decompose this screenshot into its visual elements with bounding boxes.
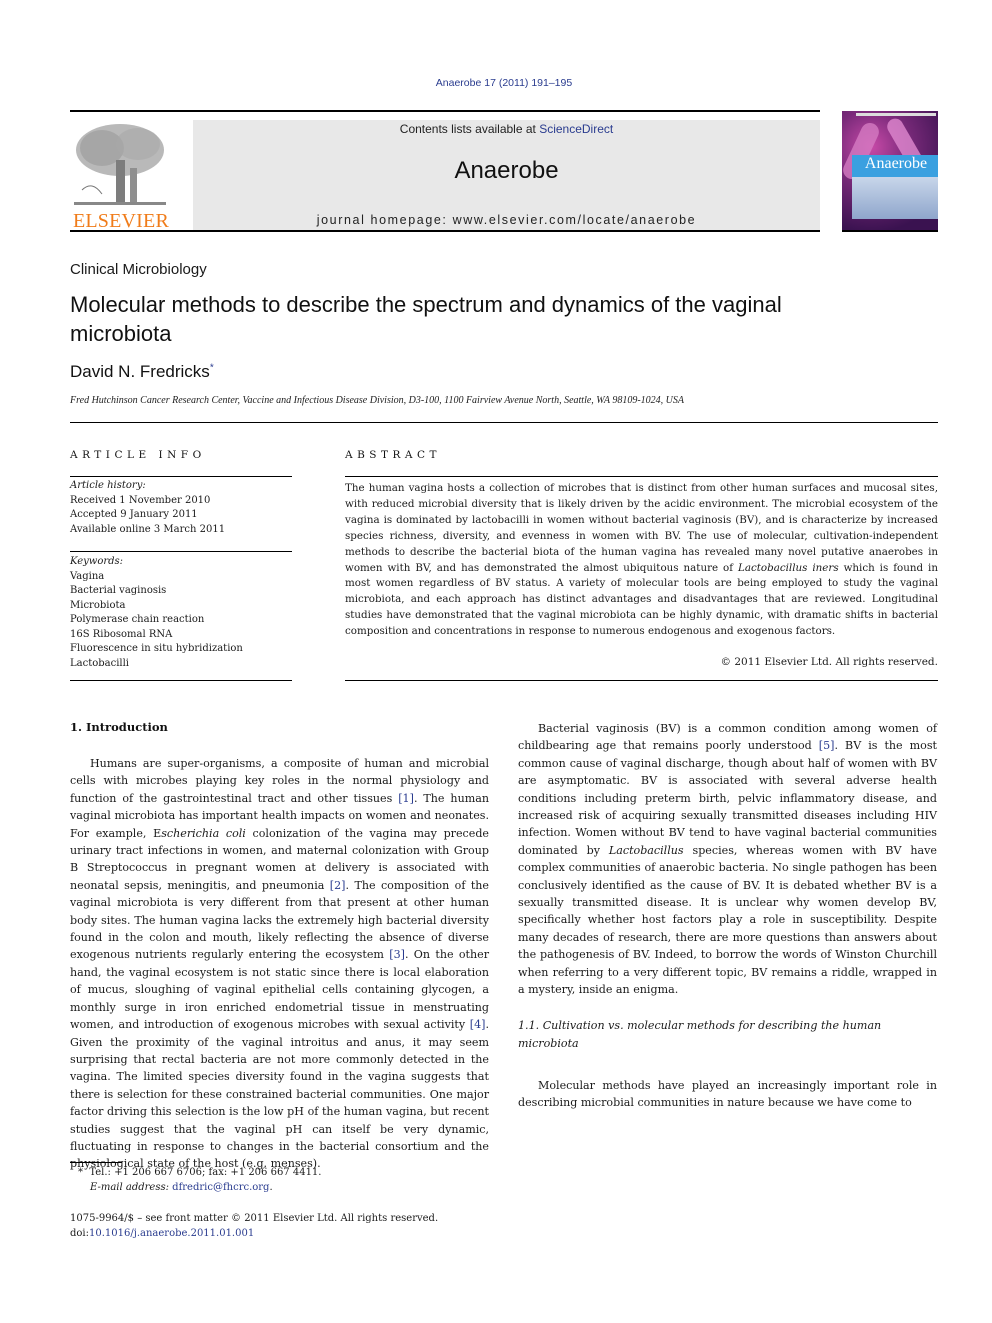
masthead-rule bbox=[70, 230, 820, 232]
keyword: Vagina bbox=[70, 570, 105, 582]
abstract-text: The human vagina hosts a collection of m… bbox=[345, 482, 938, 574]
abstract-rule bbox=[345, 476, 938, 477]
front-matter: 1075-9964/$ – see front matter © 2011 El… bbox=[70, 1212, 438, 1241]
journal-homepage-link[interactable]: journal homepage: www.elsevier.com/locat… bbox=[193, 213, 820, 227]
author-footnote: * Tel.: +1 206 667 6706; fax: +1 206 667… bbox=[78, 1165, 321, 1195]
contents-available-line: Contents lists available at ScienceDirec… bbox=[193, 122, 820, 136]
article-info-rule bbox=[70, 551, 292, 552]
footnote-marker: * bbox=[78, 1167, 83, 1178]
article-section: Clinical Microbiology bbox=[70, 261, 207, 278]
species-name: Lactobacillus iners bbox=[738, 561, 839, 574]
article-info-rule bbox=[70, 680, 292, 681]
cover-photo bbox=[852, 177, 938, 219]
contact-text: Tel.: +1 206 667 6706; fax: +1 206 667 4… bbox=[89, 1167, 322, 1178]
text: species, whereas women with BV have comp… bbox=[518, 843, 937, 997]
article-history-label: Article history: bbox=[70, 480, 146, 491]
punctuation: . bbox=[269, 1182, 273, 1193]
journal-masthead: Contents lists available at ScienceDirec… bbox=[193, 120, 820, 230]
abstract-copyright: © 2011 Elsevier Ltd. All rights reserved… bbox=[720, 656, 938, 668]
footnote-rule bbox=[70, 1162, 122, 1163]
species-name: Lactobacillus bbox=[608, 843, 684, 857]
keyword: Bacterial vaginosis bbox=[70, 585, 167, 596]
intro-paragraph: Humans are super-organisms, a composite … bbox=[70, 755, 489, 1173]
sciencedirect-link[interactable]: ScienceDirect bbox=[539, 122, 613, 136]
cover-rule bbox=[842, 230, 938, 232]
journal-citation-link[interactable]: Anaerobe 17 (2011) 191–195 bbox=[0, 77, 992, 89]
body-column-right: Bacterial vaginosis (BV) is a common con… bbox=[518, 720, 937, 1111]
journal-cover-image[interactable]: Anaerobe bbox=[842, 111, 938, 230]
author-text: David N. Fredricks bbox=[70, 362, 210, 381]
doi-line: doi:10.1016/j.anaerobe.2011.01.001 bbox=[70, 1227, 438, 1242]
cover-title: Anaerobe bbox=[864, 155, 928, 172]
reference-link[interactable]: [4] bbox=[470, 1018, 486, 1031]
history-online: Available online 3 March 2011 bbox=[70, 523, 226, 535]
email-label: E-mail address: bbox=[90, 1182, 169, 1193]
reference-link[interactable]: [5] bbox=[819, 739, 835, 752]
body-column-left: Humans are super-organisms, a composite … bbox=[70, 755, 489, 1173]
bv-paragraph: Bacterial vaginosis (BV) is a common con… bbox=[518, 720, 937, 999]
keyword: Fluorescence in situ hybridization bbox=[70, 643, 243, 654]
elsevier-logo[interactable]: ELSEVIER bbox=[70, 120, 172, 232]
email-line: E-mail address: dfredric@fhcrc.org. bbox=[78, 1180, 321, 1195]
doi-label: doi: bbox=[70, 1227, 89, 1239]
article-title: Molecular methods to describe the spectr… bbox=[70, 292, 782, 346]
keywords-list: Keywords: Vagina Bacterial vaginosis Mic… bbox=[70, 555, 243, 671]
keyword: Microbiota bbox=[70, 599, 126, 611]
species-name: scherichia coli bbox=[161, 826, 246, 840]
author-affiliation: Fred Hutchinson Cancer Research Center, … bbox=[70, 395, 685, 406]
article-history: Article history: Received 1 November 201… bbox=[70, 479, 225, 537]
abstract-rule bbox=[345, 680, 938, 681]
subsection-heading: 1.1. Cultivation vs. molecular methods f… bbox=[518, 1018, 882, 1050]
text: . BV is the most common cause of vaginal… bbox=[518, 739, 937, 857]
contents-prefix: Contents lists available at bbox=[399, 122, 540, 136]
contact-line: * Tel.: +1 206 667 6706; fax: +1 206 667… bbox=[78, 1165, 321, 1180]
author-name: David N. Fredricks* bbox=[70, 362, 214, 382]
reference-link[interactable]: [3] bbox=[389, 948, 405, 961]
abstract-body: The human vagina hosts a collection of m… bbox=[345, 481, 938, 640]
history-accepted: Accepted 9 January 2011 bbox=[70, 509, 198, 520]
journal-name: Anaerobe bbox=[454, 157, 559, 184]
affiliation-rule bbox=[70, 422, 938, 423]
elsevier-tree-icon bbox=[74, 124, 166, 205]
keyword: 16S Ribosomal RNA bbox=[70, 628, 173, 640]
email-link[interactable]: dfredric@fhcrc.org bbox=[172, 1182, 269, 1193]
author-footnote-marker[interactable]: * bbox=[210, 362, 214, 373]
cover-strip bbox=[856, 113, 936, 116]
methods-paragraph: Molecular methods have played an increas… bbox=[518, 1078, 937, 1109]
doi-link[interactable]: 10.1016/j.anaerobe.2011.01.001 bbox=[89, 1228, 254, 1239]
reference-link[interactable]: [1] bbox=[398, 792, 414, 805]
keyword: Lactobacilli bbox=[70, 657, 129, 669]
article-info-rule bbox=[70, 476, 292, 477]
abstract-heading: ABSTRACT bbox=[345, 449, 442, 461]
keyword: Polymerase chain reaction bbox=[70, 614, 205, 625]
section-heading-introduction: 1. Introduction bbox=[70, 720, 168, 734]
header-rule bbox=[70, 110, 820, 112]
issn-line: 1075-9964/$ – see front matter © 2011 El… bbox=[70, 1213, 439, 1224]
reference-link[interactable]: [2] bbox=[330, 879, 346, 892]
article-info-heading: ARTICLE INFO bbox=[70, 449, 206, 461]
history-received: Received 1 November 2010 bbox=[70, 494, 211, 506]
text: . Given the proximity of the vaginal int… bbox=[70, 1018, 489, 1171]
keywords-label: Keywords: bbox=[70, 556, 124, 567]
